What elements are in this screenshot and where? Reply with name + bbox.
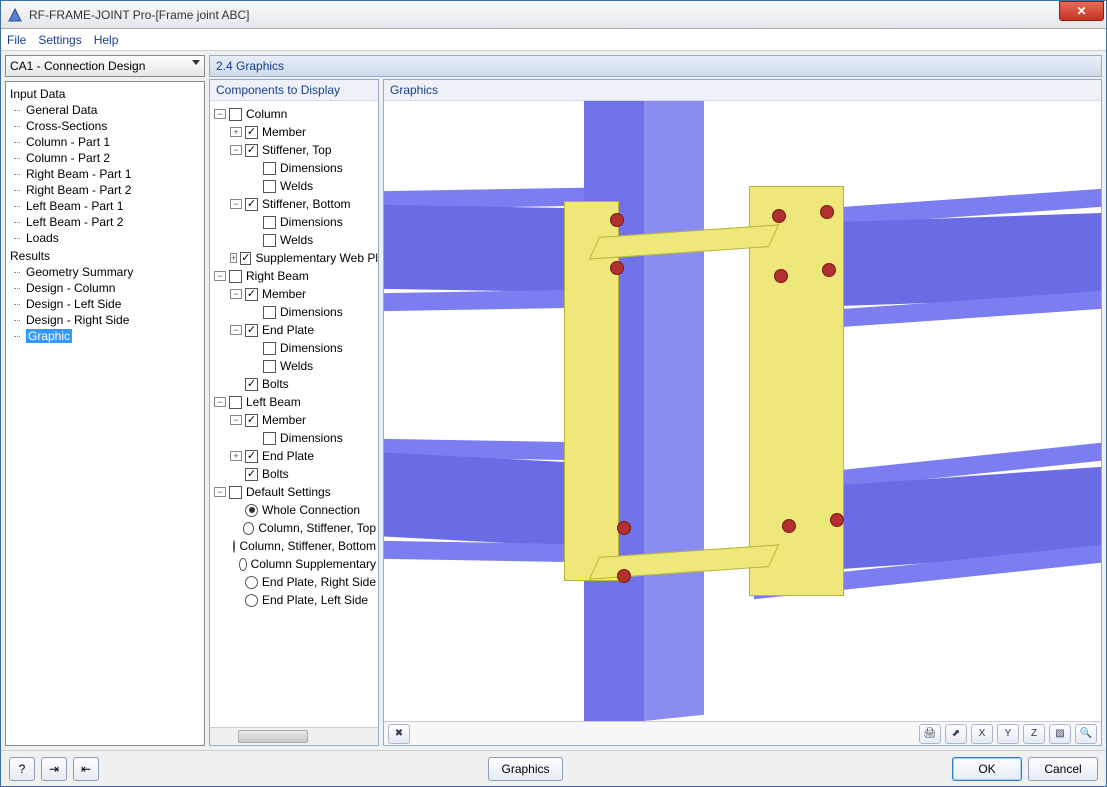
title-doc: [Frame joint ABC] — [155, 8, 249, 22]
menubar: File Settings Help — [1, 29, 1106, 51]
chevron-down-icon — [192, 60, 200, 65]
nav-item[interactable]: General Data — [8, 102, 202, 118]
components-hscroll[interactable] — [210, 727, 378, 745]
nav-group-input-data: Input Data — [8, 86, 202, 102]
bottom-bar: ? ⇥ ⇤ Graphics OK Cancel — [1, 750, 1106, 786]
bolt-icon — [610, 261, 624, 275]
left-panel: CA1 - Connection Design Input Data Gener… — [5, 55, 205, 746]
bolt-icon — [617, 521, 631, 535]
bolt-icon — [774, 269, 788, 283]
tree-node-right-beam[interactable]: −Right Beam — [212, 267, 376, 285]
nav-item[interactable]: Right Beam - Part 1 — [8, 166, 202, 182]
close-icon: ✕ — [1076, 4, 1086, 18]
graphics-button[interactable]: Graphics — [488, 757, 562, 781]
nav-item[interactable]: Column - Part 2 — [8, 150, 202, 166]
nav-item[interactable]: Left Beam - Part 2 — [8, 214, 202, 230]
ok-button[interactable]: OK — [952, 757, 1022, 781]
tree-node[interactable]: −Stiffener, Bottom — [212, 195, 376, 213]
tree-node-column[interactable]: −Column — [212, 105, 376, 123]
iso-icon[interactable]: ▧ — [1049, 724, 1071, 744]
view-z-icon[interactable]: Z — [1023, 724, 1045, 744]
bolt-icon — [772, 209, 786, 223]
tree-radio[interactable]: End Plate, Right Side — [212, 573, 376, 591]
nav-item[interactable]: Right Beam - Part 2 — [8, 182, 202, 198]
bolt-icon — [820, 205, 834, 219]
app-icon — [7, 7, 23, 23]
nav-item[interactable]: Loads — [8, 230, 202, 246]
tree-radio[interactable]: Column, Stiffener, Top — [212, 519, 376, 537]
tree-node[interactable]: −Member — [212, 411, 376, 429]
tree-radio[interactable]: Column Supplementary — [212, 555, 376, 573]
tree-node[interactable]: Welds — [212, 357, 376, 375]
titlebar: RF-FRAME-JOINT Pro - [Frame joint ABC] ✕ — [1, 1, 1106, 29]
axes-icon[interactable]: ⬈ — [945, 724, 967, 744]
bolt-icon — [822, 263, 836, 277]
zoom-icon[interactable]: 🔍 — [1075, 724, 1097, 744]
section-title: 2.4 Graphics — [216, 59, 284, 73]
tree-node[interactable]: Dimensions — [212, 429, 376, 447]
case-combo[interactable]: CA1 - Connection Design — [5, 55, 205, 77]
nav-item[interactable]: Geometry Summary — [8, 264, 202, 280]
nav-group-results: Results — [8, 248, 202, 264]
menu-settings[interactable]: Settings — [38, 33, 81, 47]
graphics-panel: Graphics — [383, 79, 1102, 746]
tree-node[interactable]: −Member — [212, 285, 376, 303]
bolt-icon — [610, 213, 624, 227]
tree-node[interactable]: −Stiffener, Top — [212, 141, 376, 159]
tree-node[interactable]: +End Plate — [212, 447, 376, 465]
tree-node-left-beam[interactable]: −Left Beam — [212, 393, 376, 411]
tree-radio[interactable]: Column, Stiffener, Bottom — [212, 537, 376, 555]
nav-item[interactable]: Left Beam - Part 1 — [8, 198, 202, 214]
components-tree[interactable]: −Column +Member −Stiffener, Top Dimensio… — [210, 101, 378, 727]
menu-help[interactable]: Help — [94, 33, 119, 47]
nav-item[interactable]: Design - Left Side — [8, 296, 202, 312]
export-icon[interactable]: ⇤ — [73, 757, 99, 781]
tree-node[interactable]: +Member — [212, 123, 376, 141]
tree-node[interactable]: Welds — [212, 231, 376, 249]
bolt-icon — [782, 519, 796, 533]
main-panel: 2.4 Graphics Components to Display −Colu… — [209, 55, 1102, 746]
components-header: Components to Display — [210, 80, 378, 101]
tree-node[interactable]: +Supplementary Web Plate — [212, 249, 376, 267]
tree-node[interactable]: Bolts — [212, 375, 376, 393]
menu-file[interactable]: File — [7, 33, 26, 47]
scrollbar-thumb[interactable] — [238, 730, 308, 743]
tree-node[interactable]: Bolts — [212, 465, 376, 483]
section-header: 2.4 Graphics — [209, 55, 1102, 77]
title-app: RF-FRAME-JOINT Pro — [29, 8, 151, 22]
nav-item[interactable]: Column - Part 1 — [8, 134, 202, 150]
graphics-toolbar: ✖ 🖨 ⬈ X Y Z ▧ 🔍 — [384, 721, 1101, 745]
end-plate-right — [749, 186, 844, 596]
app-window: RF-FRAME-JOINT Pro - [Frame joint ABC] ✕… — [0, 0, 1107, 787]
tree-radio[interactable]: Whole Connection — [212, 501, 376, 519]
tree-node-default-settings[interactable]: −Default Settings — [212, 483, 376, 501]
print-icon[interactable]: 🖨 — [919, 724, 941, 744]
nav-item[interactable]: Cross-Sections — [8, 118, 202, 134]
components-panel: Components to Display −Column +Member −S… — [209, 79, 379, 746]
help-icon[interactable]: ? — [9, 757, 35, 781]
tree-node[interactable]: Dimensions — [212, 213, 376, 231]
tree-radio[interactable]: End Plate, Left Side — [212, 591, 376, 609]
case-combo-value: CA1 - Connection Design — [10, 59, 145, 73]
bolt-icon — [830, 513, 844, 527]
nav-item-graphic[interactable]: Graphic — [8, 328, 202, 344]
view-y-icon[interactable]: Y — [997, 724, 1019, 744]
nav-item[interactable]: Design - Column — [8, 280, 202, 296]
tree-node[interactable]: −End Plate — [212, 321, 376, 339]
view-x-icon[interactable]: X — [971, 724, 993, 744]
bolt-icon — [617, 569, 631, 583]
delete-view-icon[interactable]: ✖ — [388, 724, 410, 744]
tree-node[interactable]: Dimensions — [212, 159, 376, 177]
import-icon[interactable]: ⇥ — [41, 757, 67, 781]
tree-node[interactable]: Dimensions — [212, 339, 376, 357]
cancel-button[interactable]: Cancel — [1028, 757, 1098, 781]
content: CA1 - Connection Design Input Data Gener… — [1, 51, 1106, 750]
navigator-tree[interactable]: Input Data General Data Cross-Sections C… — [5, 81, 205, 746]
tree-node[interactable]: Welds — [212, 177, 376, 195]
graphics-header: Graphics — [384, 80, 1101, 101]
nav-item[interactable]: Design - Right Side — [8, 312, 202, 328]
tree-node[interactable]: Dimensions — [212, 303, 376, 321]
close-button[interactable]: ✕ — [1059, 1, 1104, 21]
graphics-viewport[interactable] — [384, 101, 1101, 721]
